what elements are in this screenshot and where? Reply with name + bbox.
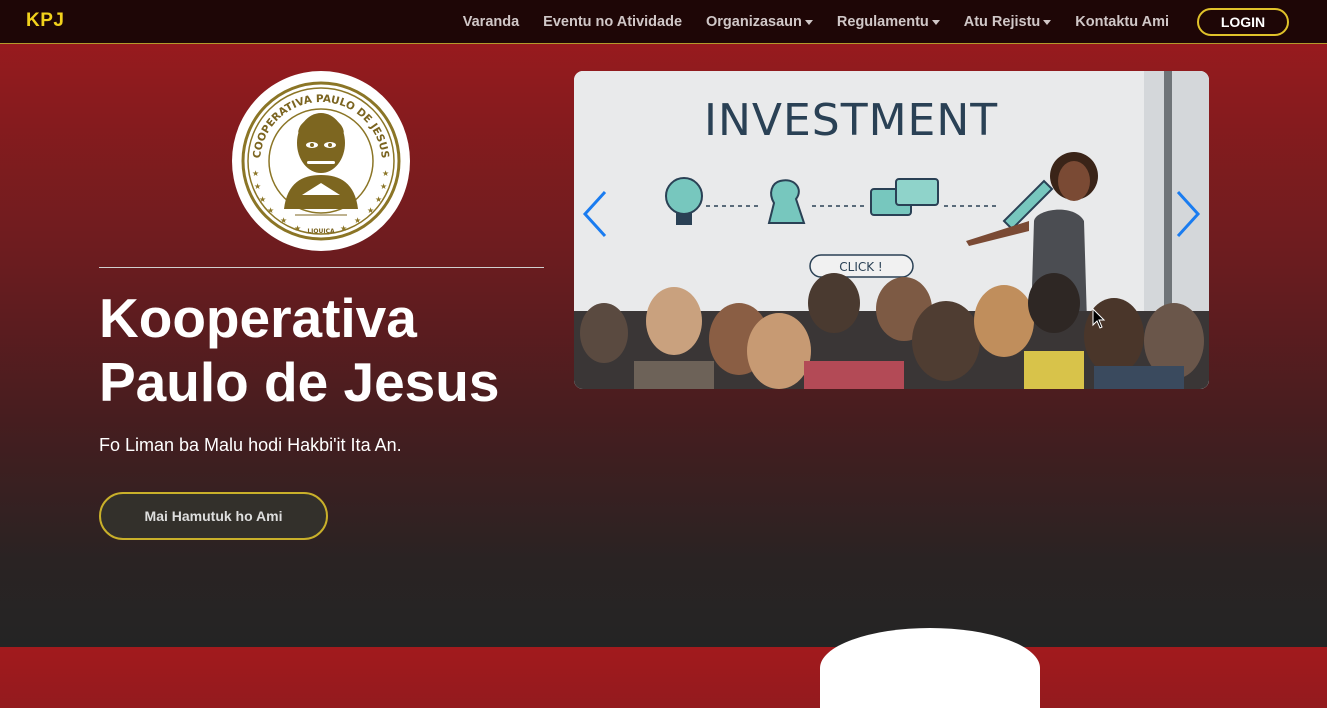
nav-label: Eventu no Atividade — [543, 14, 683, 30]
nav-item-kontaktu[interactable]: Kontaktu Ami — [1075, 14, 1169, 30]
nav-item-regulamentu[interactable]: Regulamentu — [837, 14, 940, 30]
join-us-button[interactable]: Mai Hamutuk ho Ami — [99, 492, 328, 540]
svg-text:★: ★ — [367, 206, 374, 215]
section-divider-arc — [820, 628, 1040, 708]
cooperative-logo: COOPERATIVA PAULO DE JESUS LIQUIÇA ★ ★ ★ ★ … — [232, 71, 410, 251]
svg-text:★: ★ — [259, 195, 266, 204]
svg-text:★: ★ — [382, 169, 389, 178]
hero-title-line1: Kooperativa — [99, 287, 417, 349]
logo-bottom-text: LIQUIÇA — [307, 228, 335, 235]
brand-logo-text[interactable]: KPJ — [26, 10, 64, 32]
carousel-headline: INVESTMENT — [704, 95, 998, 146]
caret-down-icon — [1043, 19, 1052, 25]
image-carousel[interactable]: INVESTMENT CLICK ! — [574, 71, 1209, 389]
caret-down-icon — [804, 19, 813, 25]
svg-text:★: ★ — [354, 216, 361, 225]
carousel-slide-image: INVESTMENT CLICK ! — [574, 71, 1209, 389]
svg-text:★: ★ — [340, 224, 347, 233]
hero-title: Kooperativa Paulo de Jesus — [99, 286, 559, 414]
hero-divider — [99, 267, 544, 268]
cooperative-seal-icon: COOPERATIVA PAULO DE JESUS LIQUIÇA ★★★★ … — [241, 81, 401, 241]
nav-item-organizasaun[interactable]: Organizasaun — [706, 14, 813, 30]
nav-label: Kontaktu Ami — [1075, 14, 1169, 30]
nav-item-varanda[interactable]: Varanda — [463, 14, 519, 30]
svg-text:★: ★ — [294, 224, 301, 233]
caret-down-icon — [931, 19, 940, 25]
carousel-prev-arrow-icon[interactable] — [581, 189, 611, 239]
svg-text:★: ★ — [252, 169, 259, 178]
hero-title-line2: Paulo de Jesus — [99, 351, 500, 413]
nav-item-eventu[interactable]: Eventu no Atividade — [543, 14, 682, 30]
carousel-click-text: CLICK ! — [839, 260, 882, 274]
svg-text:★: ★ — [375, 195, 382, 204]
hero-subtitle: Fo Liman ba Malu hodi Hakbi'it Ita An. — [99, 435, 402, 455]
svg-text:★: ★ — [280, 216, 287, 225]
svg-text:★: ★ — [380, 182, 387, 191]
nav-label: Varanda — [462, 14, 520, 30]
nav-label: Organizasaun — [706, 14, 802, 30]
nav-label: Regulamentu — [836, 14, 929, 30]
carousel-next-arrow-icon[interactable] — [1172, 189, 1202, 239]
nav-item-atu-rejistu[interactable]: Atu Rejistu — [964, 14, 1052, 30]
navbar: KPJ Varanda Eventu no Atividade Organiza… — [0, 0, 1327, 44]
login-button[interactable]: LOGIN — [1197, 8, 1289, 36]
nav-menu: Varanda Eventu no Atividade Organizasaun… — [439, 0, 1289, 44]
nav-label: Atu Rejistu — [963, 14, 1041, 30]
svg-text:★: ★ — [254, 182, 261, 191]
svg-text:★: ★ — [267, 206, 274, 215]
mouse-cursor-icon — [1092, 308, 1106, 329]
